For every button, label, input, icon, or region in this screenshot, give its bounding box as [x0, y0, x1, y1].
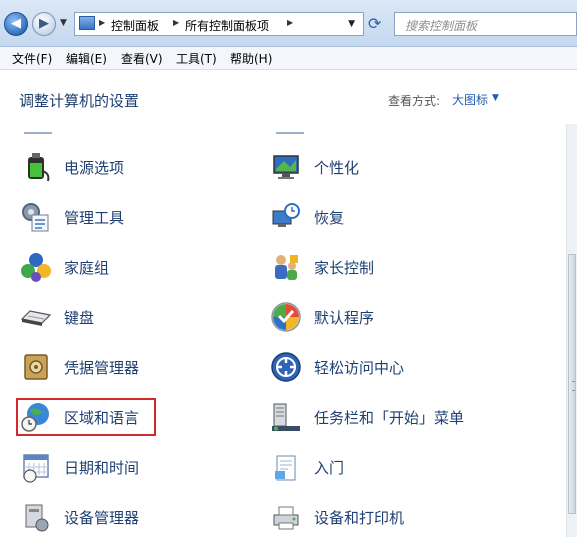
breadcrumb-all-items[interactable]: 所有控制面板项	[185, 17, 269, 34]
item-label: 家庭组	[64, 259, 110, 277]
recent-pages-dropdown-icon[interactable]: ▼	[60, 18, 67, 28]
item-label: 家长控制	[314, 259, 375, 277]
admin-tools-icon	[22, 203, 49, 232]
search-placeholder: 搜索控制面板	[405, 19, 478, 33]
partial-item-icon	[276, 124, 304, 134]
item-label: 默认程序	[314, 309, 375, 327]
item-label: 管理工具	[64, 209, 125, 227]
breadcrumb-separator-icon[interactable]: ▶	[173, 18, 179, 27]
highlight-annotation-box	[16, 398, 156, 436]
calendar-clock-icon	[23, 454, 49, 483]
page-title: 调整计算机的设置	[19, 92, 140, 110]
item-ease-of-access[interactable]: 轻松访问中心	[270, 347, 490, 387]
forward-arrow-icon: ▶	[39, 16, 49, 31]
device-manager-icon	[25, 504, 49, 532]
address-history-dropdown-icon[interactable]: ▼	[348, 19, 355, 29]
refresh-icon[interactable]: ⟳	[368, 14, 381, 33]
item-keyboard[interactable]: 键盘	[20, 297, 240, 337]
item-label: 日期和时间	[64, 459, 140, 477]
chevron-down-icon[interactable]: ▼	[492, 93, 499, 103]
item-personalization[interactable]: 个性化	[270, 147, 490, 187]
breadcrumb-control-panel[interactable]: 控制面板	[111, 17, 159, 34]
printer-icon	[273, 506, 299, 530]
item-label: 恢复	[314, 209, 345, 227]
control-panel-items: 电源选项 管理工具 家庭组 键盘 凭据管理器 区域和语言 日期和时间 设备管理器…	[0, 124, 566, 537]
item-date-time[interactable]: 日期和时间	[20, 447, 240, 487]
default-programs-icon	[271, 302, 301, 332]
item-label: 凭据管理器	[64, 359, 140, 377]
scrollbar-thumb[interactable]	[568, 254, 576, 514]
item-taskbar-start-menu[interactable]: 任务栏和「开始」菜单	[270, 397, 490, 437]
address-toolbar: ◀ ▶ ▼ ▶ 控制面板 ▶ 所有控制面板项 ▶ ▼ ⟳ 搜索控制面板	[0, 0, 577, 47]
back-button[interactable]: ◀	[4, 12, 28, 36]
partial-item-icon	[24, 124, 52, 134]
personalize-monitor-icon	[273, 155, 299, 179]
item-label: 键盘	[64, 309, 95, 327]
keyboard-icon	[20, 310, 52, 326]
item-credential-manager[interactable]: 凭据管理器	[20, 347, 240, 387]
parental-control-icon	[275, 255, 298, 280]
item-default-programs[interactable]: 默认程序	[270, 297, 490, 337]
scroll-grip-icon	[572, 381, 575, 391]
control-panel-icon	[79, 16, 95, 30]
search-input[interactable]: 搜索控制面板	[394, 12, 577, 36]
item-label: 个性化	[314, 159, 360, 177]
menu-help[interactable]: 帮助(H)	[230, 50, 272, 67]
item-label: 轻松访问中心	[314, 359, 405, 377]
item-label: 设备管理器	[64, 509, 140, 527]
battery-plug-icon	[28, 153, 50, 182]
credential-safe-icon	[24, 354, 48, 380]
breadcrumb-separator-icon[interactable]: ▶	[287, 18, 293, 27]
item-recovery[interactable]: 恢复	[270, 197, 490, 237]
ease-of-access-icon	[271, 352, 301, 382]
getting-started-icon	[275, 455, 296, 481]
view-by-label: 查看方式:	[388, 94, 441, 108]
item-power-options[interactable]: 电源选项	[20, 147, 240, 187]
back-arrow-icon: ◀	[11, 16, 21, 31]
item-label: 电源选项	[64, 159, 125, 177]
menu-bar: 文件(F) 编辑(E) 查看(V) 工具(T) 帮助(H)	[0, 47, 577, 70]
recovery-icon	[272, 203, 300, 227]
item-label: 设备和打印机	[314, 509, 405, 527]
vertical-scrollbar[interactable]	[566, 124, 577, 537]
item-label: 入门	[314, 459, 345, 477]
menu-view[interactable]: 查看(V)	[121, 50, 163, 67]
view-by-dropdown[interactable]: 大图标	[452, 91, 488, 108]
breadcrumb-separator-icon[interactable]: ▶	[99, 18, 105, 27]
address-bar[interactable]: ▶ 控制面板 ▶ 所有控制面板项 ▶ ▼	[74, 12, 364, 36]
item-devices-printers[interactable]: 设备和打印机	[270, 497, 490, 537]
item-label: 任务栏和「开始」菜单	[314, 409, 465, 427]
menu-tools[interactable]: 工具(T)	[176, 50, 217, 67]
homegroup-icon	[21, 253, 51, 282]
menu-file[interactable]: 文件(F)	[12, 50, 52, 67]
item-homegroup[interactable]: 家庭组	[20, 247, 240, 287]
item-admin-tools[interactable]: 管理工具	[20, 197, 240, 237]
menu-edit[interactable]: 编辑(E)	[66, 50, 107, 67]
item-device-manager[interactable]: 设备管理器	[20, 497, 240, 537]
forward-button[interactable]: ▶	[32, 12, 56, 36]
content-header: 调整计算机的设置 查看方式: 大图标 ▼	[0, 70, 577, 124]
item-parental-controls[interactable]: 家长控制	[270, 247, 490, 287]
taskbar-icon	[272, 403, 300, 431]
item-getting-started[interactable]: 入门	[270, 447, 490, 487]
